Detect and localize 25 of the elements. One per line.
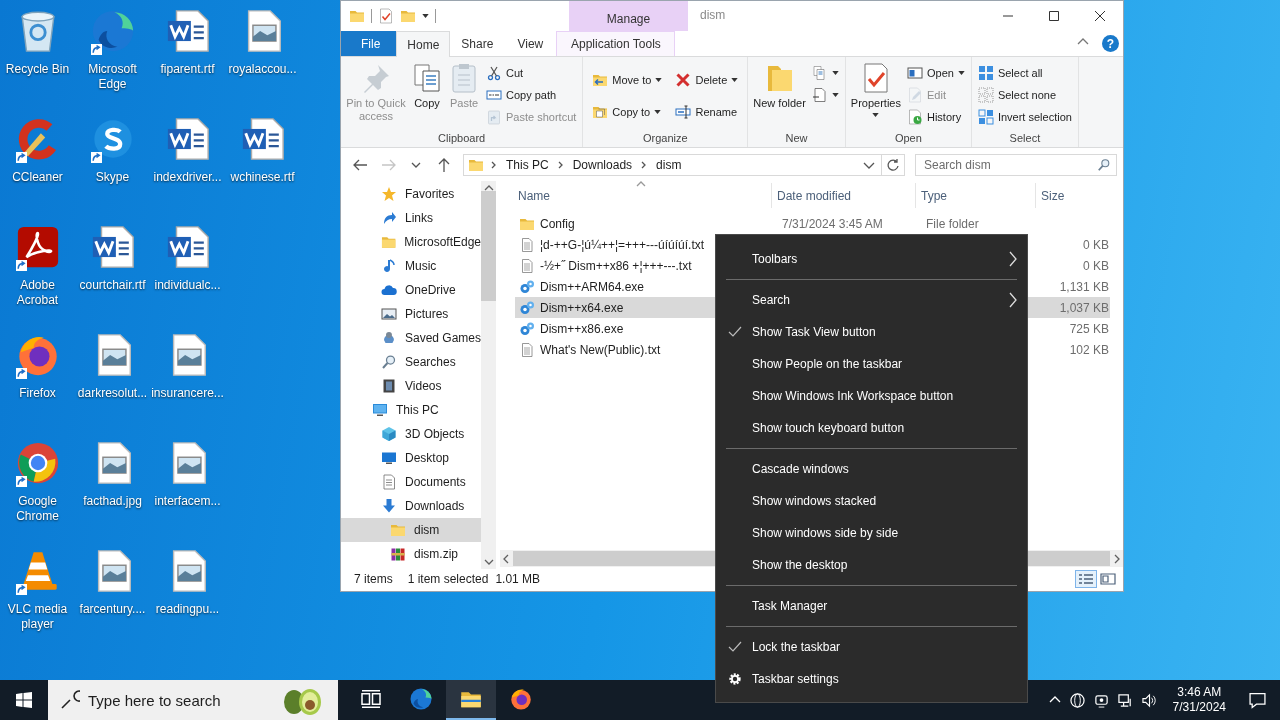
file-name: Dism++x64.exe — [540, 300, 624, 315]
item-count: 7 items — [354, 572, 393, 586]
date-modified: 7/31/2024 3:45 AM — [782, 216, 883, 231]
group-label: Clipboard — [437, 132, 487, 146]
file-name: Dism++x86.exe — [540, 321, 624, 336]
file-size: 102 KB — [1069, 342, 1109, 357]
file-size: 725 KB — [1069, 321, 1109, 336]
group-label: Organize — [641, 132, 689, 146]
selection-count: 1 item selected — [407, 572, 489, 586]
file-size: 0 KB — [1083, 258, 1109, 273]
file-size: 0 KB — [1083, 237, 1109, 252]
file-name: What's New(Public).txt — [540, 342, 661, 357]
selection-size: 1.01 MB — [495, 572, 541, 586]
file-type: File folder — [926, 216, 979, 231]
file-name: Dism++ARM64.exe — [540, 279, 645, 294]
file-size: 1,037 KB — [1059, 300, 1109, 315]
contextual-tab-header: Manage — [569, 1, 688, 31]
group-label: Select — [1008, 132, 1042, 146]
file-name: -½+˝ Dism++x86 +¦+++---.txt — [540, 258, 692, 273]
group-label: New — [784, 132, 809, 146]
file-size: 1,131 KB — [1059, 279, 1109, 294]
file-name: Config — [540, 216, 575, 231]
window-title: dism — [699, 7, 727, 24]
file-name: ¦d-++G-¦ú¼++¦=+++---úíúíúí.txt — [540, 237, 705, 252]
group-label: Open — [893, 132, 923, 146]
